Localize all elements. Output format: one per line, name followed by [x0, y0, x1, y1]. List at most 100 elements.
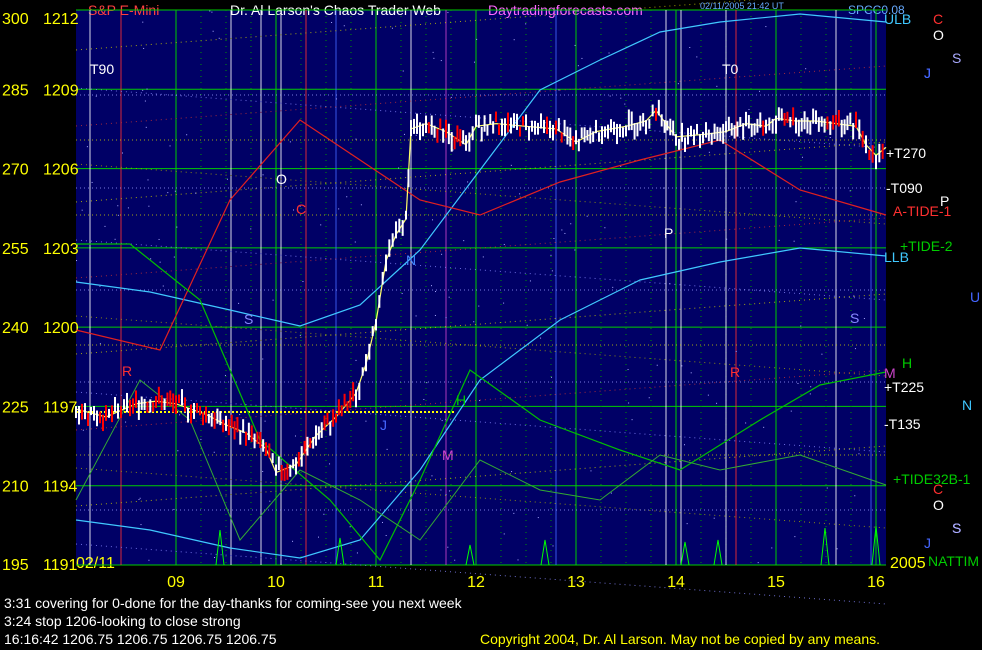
noise-dot — [624, 103, 626, 105]
noise-dot — [794, 536, 796, 538]
noise-dot — [441, 420, 443, 422]
noise-dot — [239, 414, 241, 416]
right-series-label: LLB — [884, 249, 909, 265]
noise-dot — [292, 540, 294, 542]
noise-dot — [89, 446, 91, 448]
noise-dot — [148, 559, 150, 561]
noise-dot — [797, 382, 799, 384]
noise-dot — [620, 97, 622, 99]
noise-dot — [346, 196, 348, 198]
noise-dot — [81, 209, 83, 211]
noise-dot — [162, 285, 164, 287]
noise-dot — [793, 240, 795, 242]
noise-dot — [289, 141, 291, 143]
noise-dot — [382, 521, 383, 523]
noise-dot — [435, 291, 436, 293]
y-tick-label-left: 195 — [2, 557, 29, 574]
noise-dot — [169, 145, 171, 147]
noise-dot — [503, 243, 505, 245]
noise-dot — [365, 420, 367, 422]
y-tick-label-price: 1206 — [43, 162, 79, 179]
noise-dot — [148, 205, 150, 207]
right-series-label: +T270 — [886, 145, 926, 161]
noise-dot — [173, 508, 175, 510]
noise-dot — [403, 133, 405, 135]
noise-dot — [294, 435, 296, 437]
noise-dot — [145, 126, 147, 128]
noise-dot — [317, 536, 319, 538]
corner-letter: O — [933, 497, 944, 513]
noise-dot — [510, 164, 512, 166]
x-tick-label: 11 — [368, 574, 385, 591]
noise-dot — [299, 334, 301, 336]
noise-dot — [440, 60, 442, 62]
noise-dot — [121, 152, 123, 154]
noise-dot — [608, 52, 610, 54]
noise-dot — [519, 193, 521, 195]
noise-dot — [218, 37, 220, 39]
noise-dot — [810, 386, 812, 388]
noise-dot — [320, 224, 322, 226]
noise-dot — [517, 559, 519, 561]
noise-dot — [398, 167, 400, 169]
noise-dot — [526, 324, 528, 326]
noise-dot — [745, 422, 747, 424]
right-series-label: NATTIM — [928, 553, 979, 569]
noise-dot — [809, 393, 811, 395]
right-series-label: ULB — [884, 11, 911, 27]
noise-dot — [76, 280, 78, 282]
noise-dot — [402, 70, 404, 72]
noise-dot — [349, 526, 351, 528]
noise-dot — [99, 343, 101, 345]
noise-dot — [478, 305, 480, 307]
noise-dot — [167, 192, 169, 194]
noise-dot — [778, 239, 780, 241]
noise-dot — [262, 470, 264, 472]
y-tick-label-left: 300 — [2, 11, 29, 28]
noise-dot — [329, 463, 331, 465]
noise-dot — [224, 374, 226, 376]
noise-dot — [238, 302, 240, 304]
margin-letter: U — [970, 289, 980, 305]
noise-dot — [558, 89, 560, 91]
noise-dot — [140, 524, 142, 526]
y-tick-label-price: 1191 — [43, 557, 78, 574]
noise-dot — [117, 205, 119, 207]
date-label: 02/11 — [76, 555, 115, 572]
right-series-label: +T225 — [884, 379, 924, 395]
noise-dot — [144, 100, 146, 102]
noise-dot — [401, 293, 403, 295]
plot-annotation: C — [296, 201, 306, 217]
noise-dot — [448, 490, 450, 492]
noise-dot — [200, 438, 202, 440]
noise-dot — [463, 240, 465, 242]
x-tick-label: 10 — [267, 574, 285, 591]
noise-dot — [759, 90, 761, 92]
noise-dot — [158, 238, 160, 240]
noise-dot — [434, 314, 436, 316]
noise-dot — [482, 256, 484, 258]
noise-dot — [195, 192, 197, 194]
noise-dot — [150, 258, 152, 260]
x-tick-label: 15 — [767, 574, 785, 591]
noise-dot — [853, 295, 855, 297]
margin-letter: J — [924, 535, 931, 551]
quote-line: 16:16:42 1206.75 1206.75 1206.75 1206.75 — [4, 631, 277, 647]
noise-dot — [262, 358, 264, 360]
noise-dot — [677, 83, 679, 85]
chart-svg: S&P E-Mini Dr. Al Larson's Chaos Trader … — [2, 0, 980, 605]
noise-dot — [713, 517, 715, 519]
noise-dot — [143, 47, 145, 49]
noise-dot — [540, 337, 542, 339]
noise-dot — [735, 350, 737, 352]
noise-dot — [707, 394, 709, 396]
noise-dot — [76, 260, 78, 262]
noise-dot — [854, 495, 856, 497]
noise-dot — [354, 241, 356, 243]
noise-dot — [454, 559, 456, 561]
noise-dot — [441, 253, 443, 255]
noise-dot — [250, 228, 252, 230]
noise-dot — [213, 451, 215, 453]
plot-annotation: S — [244, 311, 253, 327]
noise-dot — [432, 219, 434, 221]
